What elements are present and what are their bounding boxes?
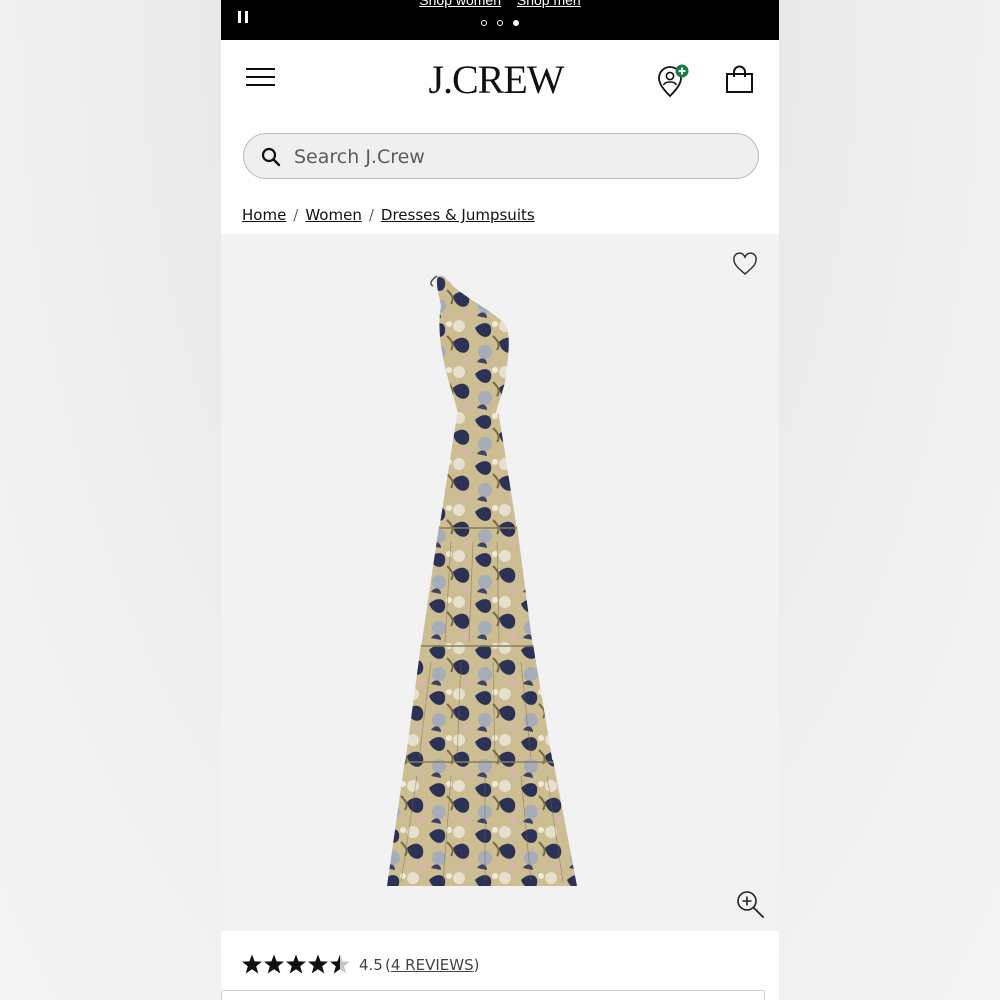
breadcrumb-dresses-jumpsuits[interactable]: Dresses & Jumpsuits (381, 206, 535, 224)
reviews-link[interactable]: (4 REVIEWS) (385, 956, 479, 974)
half-star-icon (330, 954, 350, 974)
star-icon (264, 954, 284, 974)
logo[interactable]: J.CREW (421, 56, 571, 103)
shop-women-link[interactable]: Shop women (419, 0, 501, 8)
carousel-dot-active[interactable] (513, 20, 519, 26)
breadcrumb: Home / Women / Dresses & Jumpsuits (242, 206, 535, 224)
rating-value: 4.5 (359, 956, 383, 974)
shopping-bag-icon[interactable] (725, 65, 755, 95)
star-icon (242, 954, 262, 974)
zoom-in-icon[interactable] (735, 889, 765, 919)
carousel-dots (479, 20, 523, 28)
heart-icon[interactable] (732, 252, 758, 276)
dress-image (387, 275, 577, 886)
breadcrumb-women[interactable]: Women (305, 206, 361, 224)
carousel-dot[interactable] (481, 20, 487, 26)
breadcrumb-separator: / (293, 206, 299, 224)
star-icon (308, 954, 328, 974)
star-rating-icons (242, 954, 350, 974)
search-icon[interactable] (261, 147, 281, 167)
star-icon (286, 954, 306, 974)
promo-links: Shop women Shop men (221, 0, 779, 8)
account-pin-icon[interactable] (656, 63, 692, 99)
search-bar[interactable] (243, 133, 759, 179)
app-window: Shop women Shop men J.CREW Search J.Crew… (221, 0, 779, 1000)
next-section-box (221, 990, 765, 1000)
pause-icon[interactable] (237, 11, 249, 23)
carousel-dot[interactable] (497, 20, 503, 26)
breadcrumb-home[interactable]: Home (242, 206, 286, 224)
shop-men-link[interactable]: Shop men (517, 0, 581, 8)
search-input[interactable] (292, 140, 736, 174)
breadcrumb-separator: / (368, 206, 374, 224)
hamburger-menu-icon[interactable] (246, 68, 275, 88)
product-image-area[interactable] (221, 234, 779, 931)
promo-banner: Shop women Shop men (221, 0, 779, 40)
